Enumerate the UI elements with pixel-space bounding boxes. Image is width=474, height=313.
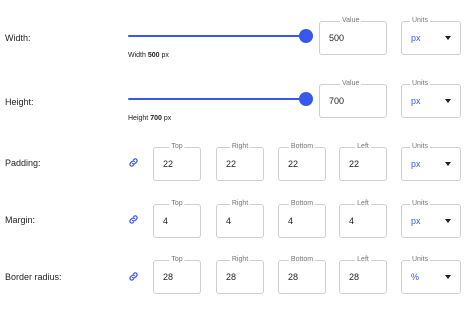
border-radius-top-field[interactable]: Top 28	[153, 256, 201, 294]
border-radius-left-field[interactable]: Left 28	[339, 256, 387, 294]
height-units-select[interactable]: Units px	[401, 80, 461, 118]
chevron-down-icon	[445, 99, 451, 103]
margin-top-input[interactable]: 4	[163, 205, 168, 237]
padding-top-input[interactable]: 22	[163, 148, 173, 180]
height-value-field[interactable]: Value 700	[319, 80, 387, 118]
margin-top-field[interactable]: Top 4	[153, 200, 201, 238]
chevron-down-icon	[445, 275, 451, 279]
height-slider[interactable]	[128, 92, 313, 106]
width-hint: Width 500 px	[128, 52, 169, 59]
margin-right-input[interactable]: 4	[226, 205, 231, 237]
border-radius-bottom-field[interactable]: Bottom 28	[278, 256, 326, 294]
margin-bottom-field[interactable]: Bottom 4	[278, 200, 326, 238]
margin-top-legend: Top	[169, 200, 185, 207]
link-icon[interactable]	[128, 157, 139, 168]
height-slider-thumb[interactable]	[299, 92, 313, 106]
margin-units-value: px	[411, 216, 421, 226]
link-icon[interactable]	[128, 214, 139, 225]
margin-left-legend: Left	[355, 200, 371, 207]
width-units-value: px	[411, 33, 421, 43]
margin-right-legend: Right	[229, 200, 251, 207]
border-radius-right-field[interactable]: Right 28	[216, 256, 264, 294]
margin-left-input[interactable]: 4	[349, 205, 354, 237]
margin-right-field[interactable]: Right 4	[216, 200, 264, 238]
width-label: Width:	[5, 33, 31, 43]
padding-left-field[interactable]: Left 22	[339, 143, 387, 181]
width-value-input[interactable]: 500	[329, 22, 344, 54]
height-units-value: px	[411, 96, 421, 106]
border-radius-right-input[interactable]: 28	[226, 261, 236, 293]
padding-right-field[interactable]: Right 22	[216, 143, 264, 181]
height-value-input[interactable]: 700	[329, 85, 344, 117]
padding-label: Padding:	[5, 158, 41, 168]
height-hint: Height 700 px	[128, 115, 172, 122]
padding-top-field[interactable]: Top 22	[153, 143, 201, 181]
width-slider-track[interactable]	[128, 35, 306, 37]
padding-units-value: px	[411, 159, 421, 169]
width-slider-thumb[interactable]	[299, 29, 313, 43]
padding-right-input[interactable]: 22	[226, 148, 236, 180]
border-radius-bottom-input[interactable]: 28	[288, 261, 298, 293]
width-slider[interactable]	[128, 29, 313, 43]
width-value-field[interactable]: Value 500	[319, 17, 387, 55]
height-label: Height:	[5, 97, 34, 107]
padding-bottom-field[interactable]: Bottom 22	[278, 143, 326, 181]
border-radius-top-input[interactable]: 28	[163, 261, 173, 293]
chevron-down-icon	[445, 36, 451, 40]
margin-label: Margin:	[5, 215, 36, 225]
border-radius-label: Border radius:	[5, 272, 62, 282]
chevron-down-icon	[445, 219, 451, 223]
padding-left-input[interactable]: 22	[349, 148, 359, 180]
border-radius-units-value: %	[411, 272, 420, 282]
chevron-down-icon	[445, 162, 451, 166]
link-icon[interactable]	[128, 271, 139, 282]
margin-left-field[interactable]: Left 4	[339, 200, 387, 238]
height-slider-track[interactable]	[128, 98, 306, 100]
margin-units-select[interactable]: Units px	[401, 200, 461, 238]
border-radius-units-select[interactable]: Units %	[401, 256, 461, 294]
width-units-select[interactable]: Units px	[401, 17, 461, 55]
margin-bottom-input[interactable]: 4	[288, 205, 293, 237]
border-radius-left-input[interactable]: 28	[349, 261, 359, 293]
padding-bottom-input[interactable]: 22	[288, 148, 298, 180]
padding-units-select[interactable]: Units px	[401, 143, 461, 181]
